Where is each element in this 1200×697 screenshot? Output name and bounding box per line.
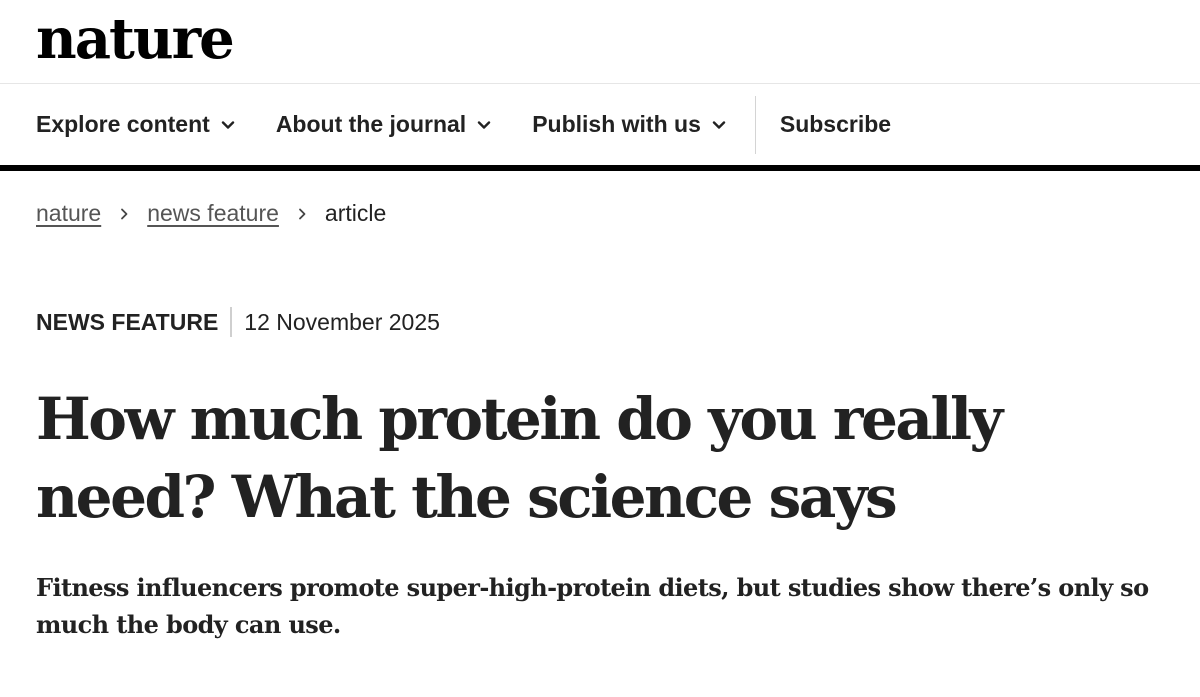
nav-publish-with-us-label: Publish with us [532,111,701,137]
chevron-down-icon [712,120,726,129]
main-navigation: Explore content About the journal Publis… [0,84,1200,171]
nav-explore-content[interactable]: Explore content [36,84,236,165]
article-standfirst: Fitness influencers promote super-high-p… [36,573,1149,639]
nav-publish-with-us[interactable]: Publish with us [532,84,727,165]
nav-divider [754,95,756,154]
breadcrumb-link-nature[interactable]: nature [36,200,101,227]
nav-subscribe-label: Subscribe [779,111,892,137]
breadcrumb-current: article [324,200,387,226]
chevron-down-icon [477,120,491,129]
breadcrumb-link-news-feature[interactable]: news feature [147,200,279,227]
chevron-right-icon [299,208,306,219]
nav-subscribe-link[interactable]: Subscribe [780,84,891,165]
nav-explore-content-label: Explore content [36,111,210,137]
article-title: How much protein do you really need? Wha… [36,385,1003,531]
breadcrumb: nature news feature article [36,200,386,227]
nature-logo[interactable]: nature [36,6,235,73]
meta-divider [230,307,233,337]
article-type-label: NEWS FEATURE [36,308,219,335]
nav-about-journal[interactable]: About the journal [276,84,492,165]
nav-about-journal-label: About the journal [275,111,467,137]
header-top-bar: nature [0,0,1200,84]
chevron-down-icon [221,120,235,129]
site-header: nature Explore content About the journal… [0,0,1200,171]
chevron-right-icon [121,208,128,219]
article-meta: NEWS FEATURE 12 November 2025 [36,307,440,337]
article-date: 12 November 2025 [244,308,440,335]
